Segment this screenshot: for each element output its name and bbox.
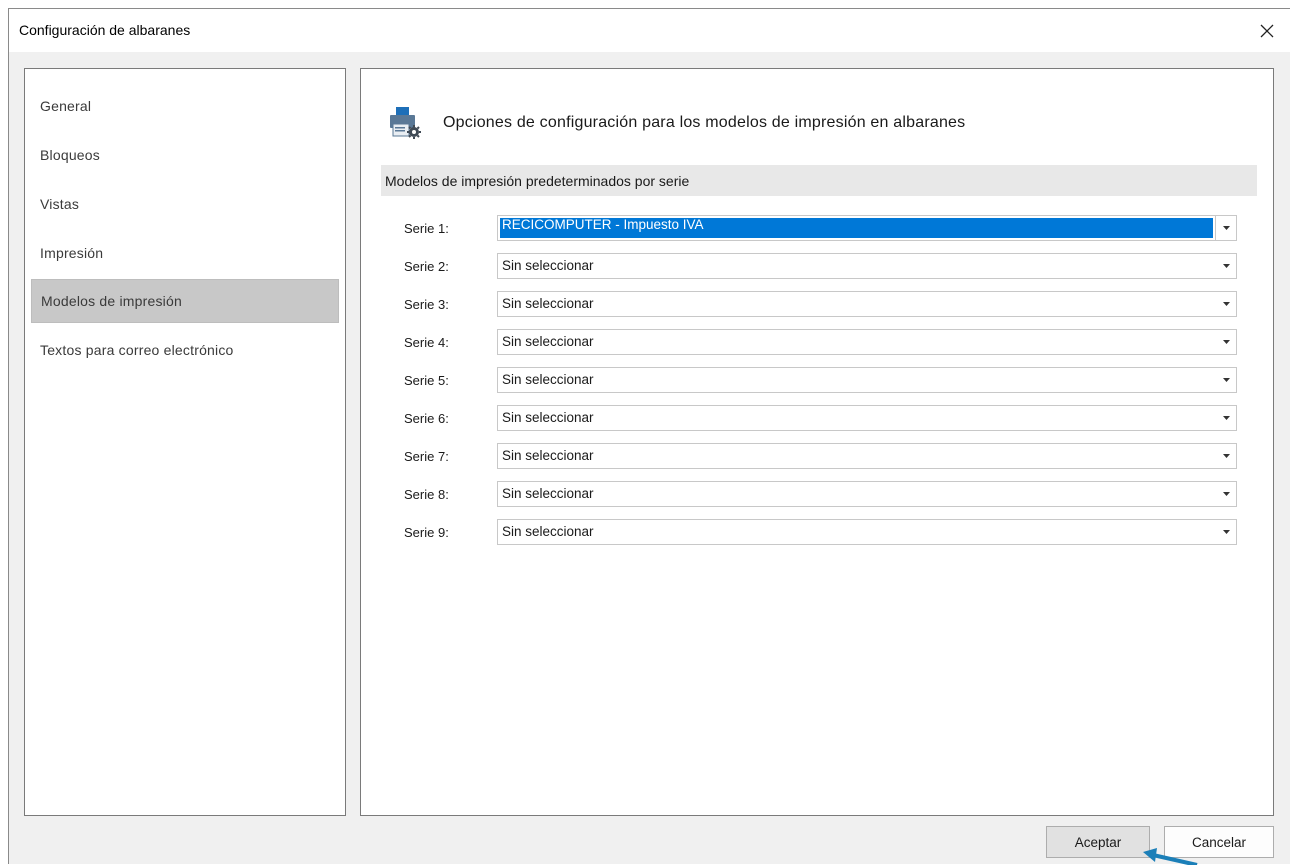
accept-button[interactable]: Aceptar bbox=[1046, 826, 1150, 858]
sidebar-item-textos-correo[interactable]: Textos para correo electrónico bbox=[31, 328, 339, 372]
settings-panel: Opciones de configuración para los model… bbox=[360, 68, 1274, 816]
chevron-down-icon bbox=[1222, 264, 1230, 268]
section-header: Modelos de impresión predeterminados por… bbox=[381, 165, 1257, 196]
serie-2-select[interactable]: Sin seleccionar bbox=[497, 253, 1237, 279]
sidebar-item-label: Impresión bbox=[40, 245, 104, 261]
dropdown-arrow[interactable] bbox=[1216, 520, 1236, 544]
printer-settings-icon bbox=[390, 107, 421, 139]
sidebar-item-modelos-impresion[interactable]: Modelos de impresión bbox=[31, 279, 339, 323]
serie-1-select[interactable]: RECICOMPUTER - Impuesto IVA bbox=[497, 215, 1237, 241]
serie-label: Serie 2: bbox=[404, 259, 449, 274]
select-value: Sin seleccionar bbox=[502, 524, 594, 539]
dropdown-arrow[interactable] bbox=[1216, 482, 1236, 506]
serie-3-select[interactable]: Sin seleccionar bbox=[497, 291, 1237, 317]
chevron-down-icon bbox=[1222, 530, 1230, 534]
sidebar-item-label: Modelos de impresión bbox=[41, 293, 182, 309]
serie-label: Serie 1: bbox=[404, 221, 449, 236]
section-title: Modelos de impresión predeterminados por… bbox=[385, 172, 690, 189]
serie-label: Serie 5: bbox=[404, 373, 449, 388]
serie-label: Serie 6: bbox=[404, 411, 449, 426]
dropdown-arrow[interactable] bbox=[1216, 444, 1236, 468]
sidebar-item-bloqueos[interactable]: Bloqueos bbox=[31, 133, 339, 177]
serie-8-select[interactable]: Sin seleccionar bbox=[497, 481, 1237, 507]
serie-6-select[interactable]: Sin seleccionar bbox=[497, 405, 1237, 431]
cursor-arrow-icon bbox=[1143, 848, 1198, 865]
chevron-down-icon bbox=[1222, 492, 1230, 496]
serie-label: Serie 8: bbox=[404, 487, 449, 502]
serie-label: Serie 9: bbox=[404, 525, 449, 540]
chevron-down-icon bbox=[1222, 302, 1230, 306]
select-value: Sin seleccionar bbox=[502, 296, 594, 311]
serie-7-select[interactable]: Sin seleccionar bbox=[497, 443, 1237, 469]
sidebar-item-label: Vistas bbox=[40, 196, 80, 212]
chevron-down-icon bbox=[1222, 340, 1230, 344]
chevron-down-icon bbox=[1222, 226, 1230, 230]
dropdown-arrow[interactable] bbox=[1215, 216, 1236, 240]
dropdown-arrow[interactable] bbox=[1216, 368, 1236, 392]
close-icon bbox=[1260, 24, 1274, 37]
serie-label: Serie 7: bbox=[404, 449, 449, 464]
sidebar-item-vistas[interactable]: Vistas bbox=[31, 182, 339, 226]
sidebar-item-impresion[interactable]: Impresión bbox=[31, 231, 339, 275]
select-value: Sin seleccionar bbox=[502, 486, 594, 501]
window-title: Configuración de albaranes bbox=[19, 22, 191, 38]
chevron-down-icon bbox=[1222, 378, 1230, 382]
dropdown-arrow[interactable] bbox=[1216, 292, 1236, 316]
dropdown-arrow[interactable] bbox=[1216, 330, 1236, 354]
select-value: Sin seleccionar bbox=[502, 334, 594, 349]
close-button[interactable] bbox=[1244, 9, 1290, 52]
serie-label: Serie 4: bbox=[404, 335, 449, 350]
config-dialog: Configuración de albaranes General Bloqu… bbox=[8, 8, 1290, 865]
chevron-down-icon bbox=[1222, 454, 1230, 458]
select-value: Sin seleccionar bbox=[502, 410, 594, 425]
serie-9-select[interactable]: Sin seleccionar bbox=[497, 519, 1237, 545]
panel-heading: Opciones de configuración para los model… bbox=[443, 114, 966, 131]
sidebar-item-label: General bbox=[40, 98, 92, 114]
select-value: Sin seleccionar bbox=[502, 448, 594, 463]
serie-label: Serie 3: bbox=[404, 297, 449, 312]
sidebar: General Bloqueos Vistas Impresión Modelo… bbox=[24, 68, 346, 816]
sidebar-item-general[interactable]: General bbox=[31, 84, 339, 128]
select-value: RECICOMPUTER - Impuesto IVA bbox=[502, 217, 704, 232]
select-value: Sin seleccionar bbox=[502, 372, 594, 387]
select-value: Sin seleccionar bbox=[502, 258, 594, 273]
sidebar-item-label: Textos para correo electrónico bbox=[40, 342, 234, 358]
dropdown-arrow[interactable] bbox=[1216, 406, 1236, 430]
serie-4-select[interactable]: Sin seleccionar bbox=[497, 329, 1237, 355]
dropdown-arrow[interactable] bbox=[1216, 254, 1236, 278]
sidebar-item-label: Bloqueos bbox=[40, 147, 100, 163]
title-bar: Configuración de albaranes bbox=[9, 9, 1290, 52]
chevron-down-icon bbox=[1222, 416, 1230, 420]
serie-5-select[interactable]: Sin seleccionar bbox=[497, 367, 1237, 393]
